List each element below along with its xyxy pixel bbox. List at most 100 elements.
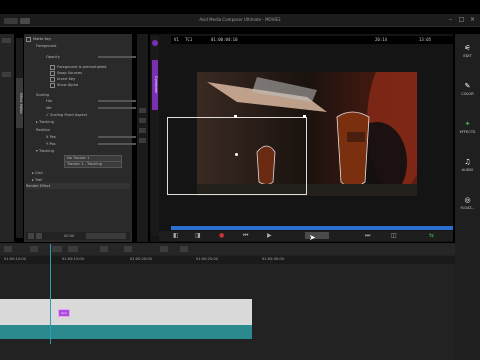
audio-icon: ♫	[464, 158, 471, 166]
transport-bar: ◧ ◨ ● ⏮ ▶ ⏭ ◫ ⇆	[159, 231, 453, 241]
tracker-dropdown-2[interactable]: Tracker 1 - Tracking	[64, 161, 122, 168]
scale-width-slider[interactable]	[98, 100, 136, 102]
scaling-label: Scaling	[36, 93, 50, 97]
opacity-label: Opacity	[46, 55, 60, 59]
mark-out-icon[interactable]: ◨	[195, 232, 201, 239]
effect-title-row: Matte Key	[26, 36, 130, 42]
timeline-tool[interactable]	[4, 246, 12, 252]
effect-editor-tab[interactable]: Effect Editor	[16, 78, 23, 128]
tool-icon-2[interactable]	[139, 118, 146, 123]
bin-panel	[0, 34, 14, 242]
timeline-tool-2[interactable]	[30, 246, 38, 252]
bin-icon[interactable]	[2, 38, 11, 43]
fixed-aspect-row[interactable]: ✓ Scaling Fixed Aspect	[26, 112, 150, 118]
tracking-section[interactable]: ▾ Tracking	[26, 148, 140, 154]
timeline-tool-3[interactable]	[52, 246, 62, 252]
position-y-row: Y Pos 64	[26, 141, 150, 147]
timeline-tool-6[interactable]	[124, 246, 132, 252]
resize-handle-2[interactable]	[303, 115, 306, 118]
workspace-effects-label: EFFECTS	[459, 130, 476, 134]
timeline-toolbar	[0, 244, 455, 255]
timeline-playhead[interactable]	[50, 244, 51, 344]
step-back-icon[interactable]: ⏮	[243, 232, 248, 240]
tracker-row-2: Tracker 1 - Tracking	[26, 161, 122, 168]
step-forward-icon[interactable]: ⏭	[365, 232, 370, 240]
mark-in-icon[interactable]: ◧	[173, 232, 179, 239]
video-clip[interactable]	[0, 299, 252, 325]
grid-label: Grid	[34, 171, 43, 175]
workspace-color[interactable]: ✎ COLOR	[455, 82, 480, 96]
timecode-display[interactable]: 01:00:04:10	[211, 37, 238, 42]
audio-clip[interactable]	[0, 325, 252, 339]
foreground-section[interactable]: Foreground	[26, 43, 140, 49]
mouse-cursor-icon: ➤	[309, 233, 316, 242]
timecode-bar: V1 TC1 01:00:04:10 20:14 13:05	[171, 36, 453, 44]
record-icon[interactable]: ●	[219, 232, 224, 239]
effect-tools-strip	[137, 34, 148, 242]
premultiplied-label: Foreground is premultiplied	[57, 65, 107, 69]
track-label[interactable]: V1	[174, 37, 179, 42]
position-display[interactable]: 13:05	[419, 37, 431, 42]
foreground-label: Foreground	[36, 44, 57, 48]
workspace-effects[interactable]: ✦ EFFECTS	[455, 120, 480, 134]
position-x-label: X Pos	[46, 135, 56, 139]
toolbar-button[interactable]	[28, 233, 34, 239]
title-bar: Avid Media Composer Ultimate - MOVIE2 – …	[0, 14, 480, 27]
fullscreen-icon[interactable]: ◫	[391, 232, 397, 239]
tool-icon[interactable]	[139, 108, 146, 113]
position-section[interactable]: Position	[26, 127, 140, 133]
tool-icon-4[interactable]	[139, 138, 146, 143]
effect-bounding-box[interactable]	[167, 117, 307, 195]
close-button[interactable]: ×	[468, 16, 477, 24]
green-arrow-icon[interactable]: ⇆	[429, 232, 434, 239]
composer-tab[interactable]: Composer	[152, 60, 158, 110]
position-x-slider[interactable]	[98, 136, 136, 138]
effect-timeline-bar[interactable]	[86, 233, 126, 239]
position-label: Position	[36, 128, 50, 132]
workspace-audio-label: AUDIO	[461, 168, 474, 172]
effect-enable-checkbox[interactable]	[26, 36, 31, 42]
scale-height-slider[interactable]	[98, 107, 136, 109]
opacity-slider[interactable]	[98, 56, 136, 58]
center-handle[interactable]	[235, 153, 238, 156]
tracking-subsection[interactable]: ▸ Tracking	[26, 119, 140, 125]
position-bar[interactable]	[171, 226, 453, 230]
play-icon[interactable]: ▶	[267, 232, 272, 239]
float-icon: ◎	[464, 196, 471, 204]
tool-icon-3[interactable]	[139, 128, 146, 133]
timeline-tool-5[interactable]	[100, 246, 108, 252]
render-effect-label: Render Effect	[26, 184, 51, 188]
maximize-button[interactable]: □	[457, 16, 466, 24]
position-y-slider[interactable]	[98, 143, 136, 145]
grid-section[interactable]: ▸ Grid	[26, 170, 136, 176]
show-alpha-checkbox[interactable]	[50, 82, 55, 88]
option-show-alpha[interactable]: Show Alpha	[26, 82, 154, 88]
duration-display[interactable]: 20:14	[375, 37, 387, 42]
ruler-tick-label: 01:00:10:00	[4, 257, 26, 261]
tracking-section-label: Tracking	[38, 149, 54, 153]
swap-sources-label: Swap Sources	[57, 71, 83, 75]
swap-sources-checkbox[interactable]	[50, 70, 55, 76]
premultiplied-checkbox[interactable]	[50, 64, 55, 70]
resize-handle[interactable]	[234, 115, 237, 118]
toolbar-button-2[interactable]	[36, 233, 42, 239]
expand-arrow-icon: ▸	[32, 178, 34, 182]
render-effect-button[interactable]: Render Effect	[26, 183, 130, 189]
minimize-button[interactable]: –	[446, 16, 455, 24]
timeline-tool-4[interactable]	[68, 246, 78, 252]
record-dot-icon[interactable]	[152, 40, 158, 46]
timeline-tool-7[interactable]	[160, 246, 168, 252]
tc-label[interactable]: TC1	[185, 37, 192, 42]
effects-icon: ✦	[464, 120, 471, 128]
workspace-bar: ⚟ EDIT ✎ COLOR ✦ EFFECTS ♫ AUDIO ◎ FLOAT…	[455, 34, 480, 360]
bin-icon-2[interactable]	[2, 72, 11, 77]
workspace-audio[interactable]: ♫ AUDIO	[455, 158, 480, 172]
scale-width-label: Hor	[46, 99, 53, 103]
tracking-label: Tracking	[38, 120, 54, 124]
clip-marker[interactable]: Grn	[58, 309, 70, 317]
invert-key-checkbox[interactable]	[50, 76, 55, 82]
show-alpha-label: Show Alpha	[57, 83, 79, 87]
workspace-edit[interactable]: ⚟ EDIT	[455, 44, 480, 58]
workspace-float[interactable]: ◎ FLOAT...	[455, 196, 480, 210]
timeline-tool-8[interactable]	[180, 246, 188, 252]
